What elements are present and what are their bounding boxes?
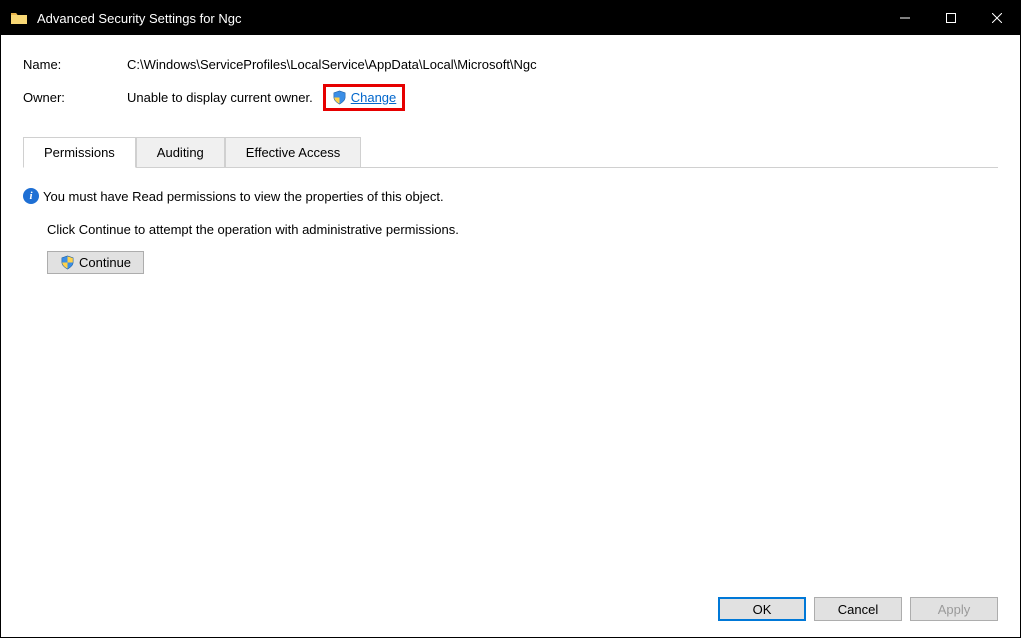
shield-icon <box>332 90 347 105</box>
name-value: C:\Windows\ServiceProfiles\LocalService\… <box>127 57 537 72</box>
titlebar: Advanced Security Settings for Ngc <box>1 1 1020 35</box>
tab-effective-access[interactable]: Effective Access <box>225 137 361 167</box>
owner-label: Owner: <box>23 90 127 105</box>
minimize-button[interactable] <box>882 1 928 35</box>
shield-icon <box>60 255 75 270</box>
continue-label: Continue <box>79 255 131 270</box>
tab-permissions[interactable]: Permissions <box>23 137 136 168</box>
maximize-button[interactable] <box>928 1 974 35</box>
continue-button[interactable]: Continue <box>47 251 144 274</box>
content-area: Name: C:\Windows\ServiceProfiles\LocalSe… <box>1 35 1020 637</box>
close-button[interactable] <box>974 1 1020 35</box>
info-line: i You must have Read permissions to view… <box>23 188 998 204</box>
cancel-button[interactable]: Cancel <box>814 597 902 621</box>
instruct-text: Click Continue to attempt the operation … <box>47 222 998 237</box>
ok-button[interactable]: OK <box>718 597 806 621</box>
info-text: You must have Read permissions to view t… <box>43 189 444 204</box>
folder-icon <box>11 11 27 25</box>
info-icon: i <box>23 188 39 204</box>
tab-strip: Permissions Auditing Effective Access <box>23 137 998 168</box>
owner-value: Unable to display current owner. <box>127 90 313 105</box>
name-label: Name: <box>23 57 127 72</box>
change-owner-highlight: Change <box>323 84 406 111</box>
name-row: Name: C:\Windows\ServiceProfiles\LocalSe… <box>23 57 998 72</box>
tab-body: i You must have Read permissions to view… <box>23 168 998 587</box>
apply-button[interactable]: Apply <box>910 597 998 621</box>
dialog-footer: OK Cancel Apply <box>23 587 998 637</box>
tab-auditing[interactable]: Auditing <box>136 137 225 167</box>
system-buttons <box>882 1 1020 35</box>
window-title: Advanced Security Settings for Ngc <box>37 11 242 26</box>
change-owner-link[interactable]: Change <box>351 90 397 105</box>
owner-row: Owner: Unable to display current owner. … <box>23 84 998 111</box>
